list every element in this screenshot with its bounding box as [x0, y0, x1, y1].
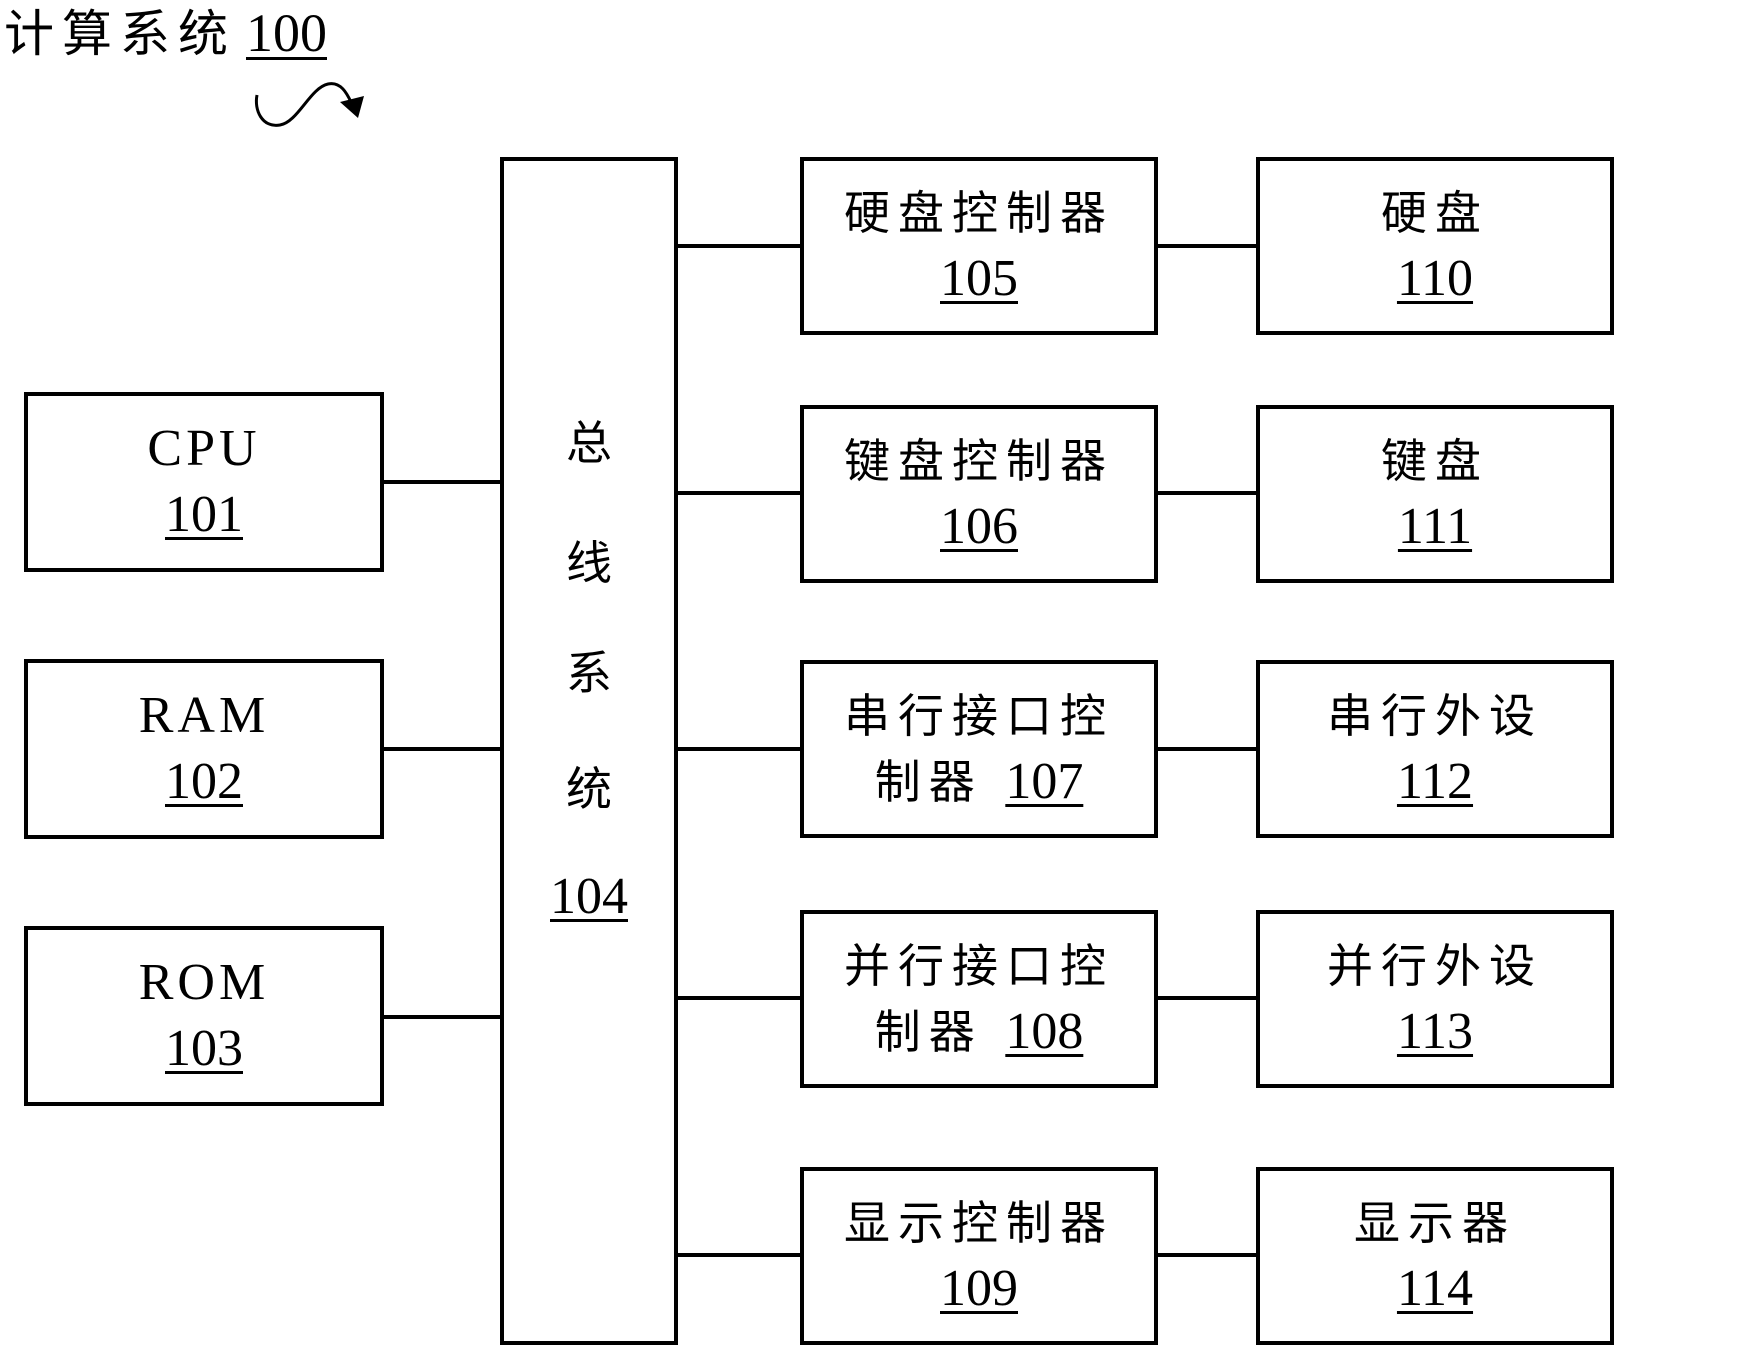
controller-ref-number: 109 — [940, 1260, 1018, 1317]
rom-box: ROM 103 — [24, 926, 384, 1106]
device-label: 并行外设 — [1327, 939, 1543, 993]
diagram-title: 计算系统 100 — [4, 0, 327, 67]
bus-controller-connector — [676, 1253, 802, 1257]
component-label: RAM — [138, 687, 270, 744]
hdd-controller-box: 硬盘控制器 105 — [800, 157, 1158, 335]
serial-peripheral-box: 串行外设 112 — [1256, 660, 1614, 838]
bus-controller-connector — [676, 244, 802, 248]
controller-label: 键盘控制器 — [844, 434, 1114, 488]
bus-label-char: 统 — [566, 762, 612, 816]
component-ref-number: 101 — [165, 486, 243, 543]
bus-controller-connector — [676, 491, 802, 495]
keyboard-box: 键盘 111 — [1256, 405, 1614, 583]
hard-disk-box: 硬盘 110 — [1256, 157, 1614, 335]
device-ref-number: 113 — [1396, 1003, 1474, 1060]
rom-bus-connector — [382, 1015, 502, 1019]
reference-arrow-icon — [254, 82, 364, 127]
controller-label: 硬盘控制器 — [844, 186, 1114, 240]
controller-ref-number: 105 — [940, 250, 1018, 307]
controller-device-connector — [1156, 747, 1258, 751]
device-label: 硬盘 — [1381, 186, 1489, 240]
controller-label: 串行接口控 — [844, 689, 1114, 743]
device-label: 串行外设 — [1327, 689, 1543, 743]
display-controller-box: 显示控制器 109 — [800, 1167, 1158, 1345]
controller-ref-number: 108 — [1005, 1003, 1084, 1060]
bus-label-char: 线 — [566, 536, 612, 590]
device-ref-number: 114 — [1396, 1260, 1474, 1317]
controller-label: 显示控制器 — [844, 1196, 1114, 1250]
component-ref-number: 103 — [165, 1020, 243, 1077]
controller-device-connector — [1156, 1253, 1258, 1257]
device-ref-number: 112 — [1396, 753, 1474, 810]
controller-label-cont: 制器 — [874, 1005, 1006, 1059]
controller-ref-number: 107 — [1005, 753, 1084, 810]
bus-label-char: 总 — [566, 416, 612, 470]
cpu-box: CPU 101 — [24, 392, 384, 572]
bus-controller-connector — [676, 996, 802, 1000]
controller-device-connector — [1156, 244, 1258, 248]
component-label: CPU — [147, 420, 261, 477]
component-label: ROM — [138, 954, 270, 1011]
controller-device-connector — [1156, 491, 1258, 495]
parallel-peripheral-box: 并行外设 113 — [1256, 910, 1614, 1088]
bus-system-box: 总 线 系 统 104 — [500, 157, 678, 1345]
device-ref-number: 111 — [1397, 498, 1473, 555]
ram-bus-connector — [382, 747, 502, 751]
serial-interface-controller-box: 串行接口控 制器 107 — [800, 660, 1158, 838]
title-label: 计算系统 — [4, 5, 236, 63]
keyboard-controller-box: 键盘控制器 106 — [800, 405, 1158, 583]
device-label: 显示器 — [1354, 1196, 1516, 1250]
bus-ref-number: 104 — [550, 868, 628, 925]
ram-box: RAM 102 — [24, 659, 384, 839]
title-ref-number: 100 — [246, 3, 327, 63]
controller-label-cont: 制器 — [874, 755, 1006, 809]
display-box: 显示器 114 — [1256, 1167, 1614, 1345]
device-ref-number: 110 — [1396, 250, 1474, 307]
component-ref-number: 102 — [165, 753, 243, 810]
controller-label: 并行接口控 — [844, 939, 1114, 993]
controller-ref-number: 106 — [940, 498, 1018, 555]
cpu-bus-connector — [382, 480, 502, 484]
bus-controller-connector — [676, 747, 802, 751]
bus-label-char: 系 — [566, 646, 612, 700]
parallel-interface-controller-box: 并行接口控 制器 108 — [800, 910, 1158, 1088]
device-label: 键盘 — [1381, 434, 1489, 488]
controller-device-connector — [1156, 996, 1258, 1000]
